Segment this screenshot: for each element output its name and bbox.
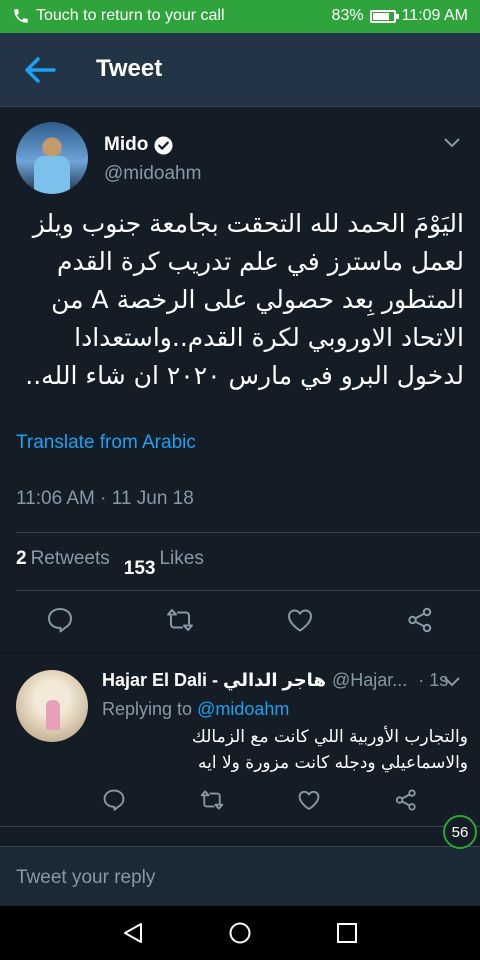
- nav-home-icon[interactable]: [228, 921, 252, 945]
- author-name[interactable]: Mido: [104, 134, 148, 156]
- retweets-label[interactable]: Retweets: [31, 548, 110, 570]
- divider: [16, 532, 480, 533]
- status-time: 11:09 AM: [401, 7, 468, 24]
- share-icon[interactable]: [406, 606, 434, 634]
- reply-input[interactable]: Tweet your reply: [16, 867, 155, 889]
- chevron-down-icon[interactable]: [444, 138, 460, 148]
- author-name-row[interactable]: Mido: [104, 134, 173, 156]
- reply-text: والتجارب الأوربية اللي كانت مع الزمالك و…: [191, 727, 468, 773]
- reply-avatar[interactable]: [16, 670, 88, 742]
- mention-link[interactable]: @midoahm: [197, 699, 289, 719]
- character-counter: 56: [443, 815, 477, 849]
- reply-header[interactable]: Hajar El Dali - هاجر الدالي @Hajar... · 1…: [102, 670, 448, 691]
- like-icon[interactable]: [286, 606, 314, 634]
- return-to-call-text[interactable]: Touch to return to your call: [36, 7, 225, 25]
- retweets-count[interactable]: 2: [16, 548, 27, 570]
- reply-icon[interactable]: [46, 606, 74, 634]
- reply-author-name[interactable]: Hajar El Dali - هاجر الدالي: [102, 670, 326, 690]
- app-header: Tweet: [0, 33, 480, 107]
- status-bar[interactable]: Touch to return to your call 83% 11:09 A…: [0, 0, 480, 33]
- back-arrow-icon[interactable]: [24, 56, 56, 84]
- tweet-timestamp: 11:06 AM · 11 Jun 18: [16, 488, 194, 509]
- nav-recents-icon[interactable]: [336, 922, 358, 944]
- battery-percent: 83%: [331, 7, 364, 24]
- divider: [0, 826, 480, 827]
- replying-to: Replying to @midoahm: [102, 699, 289, 720]
- tweet-stats: 2 Retweets 153 Likes: [16, 548, 204, 579]
- divider: [16, 590, 480, 591]
- retweet-icon[interactable]: [200, 788, 224, 812]
- reply-author-handle[interactable]: @Hajar...: [332, 670, 407, 690]
- replying-label: Replying to: [102, 699, 193, 719]
- chevron-down-icon[interactable]: [444, 677, 460, 687]
- phone-icon: [14, 9, 28, 23]
- battery-level: [372, 12, 390, 20]
- verified-icon: [154, 135, 173, 155]
- likes-label[interactable]: Likes: [159, 548, 203, 570]
- battery-icon: [369, 9, 399, 23]
- retweet-icon[interactable]: [166, 606, 194, 634]
- divider: [0, 652, 480, 654]
- reply-compose[interactable]: Tweet your reply: [0, 846, 480, 906]
- share-icon[interactable]: [394, 788, 418, 812]
- like-icon[interactable]: [297, 788, 321, 812]
- nav-back-icon[interactable]: [121, 921, 145, 945]
- translate-link[interactable]: Translate from Arabic: [16, 432, 196, 454]
- system-nav-bar: [0, 906, 480, 960]
- reply-icon[interactable]: [102, 788, 126, 812]
- avatar[interactable]: [16, 122, 88, 194]
- likes-count[interactable]: 153: [124, 558, 156, 580]
- author-handle[interactable]: @midoahm: [104, 163, 201, 185]
- page-title: Tweet: [96, 55, 163, 82]
- tweet-text: اليَوْمَ الحمد لله التحقت بجامعة جنوب وي…: [25, 209, 464, 390]
